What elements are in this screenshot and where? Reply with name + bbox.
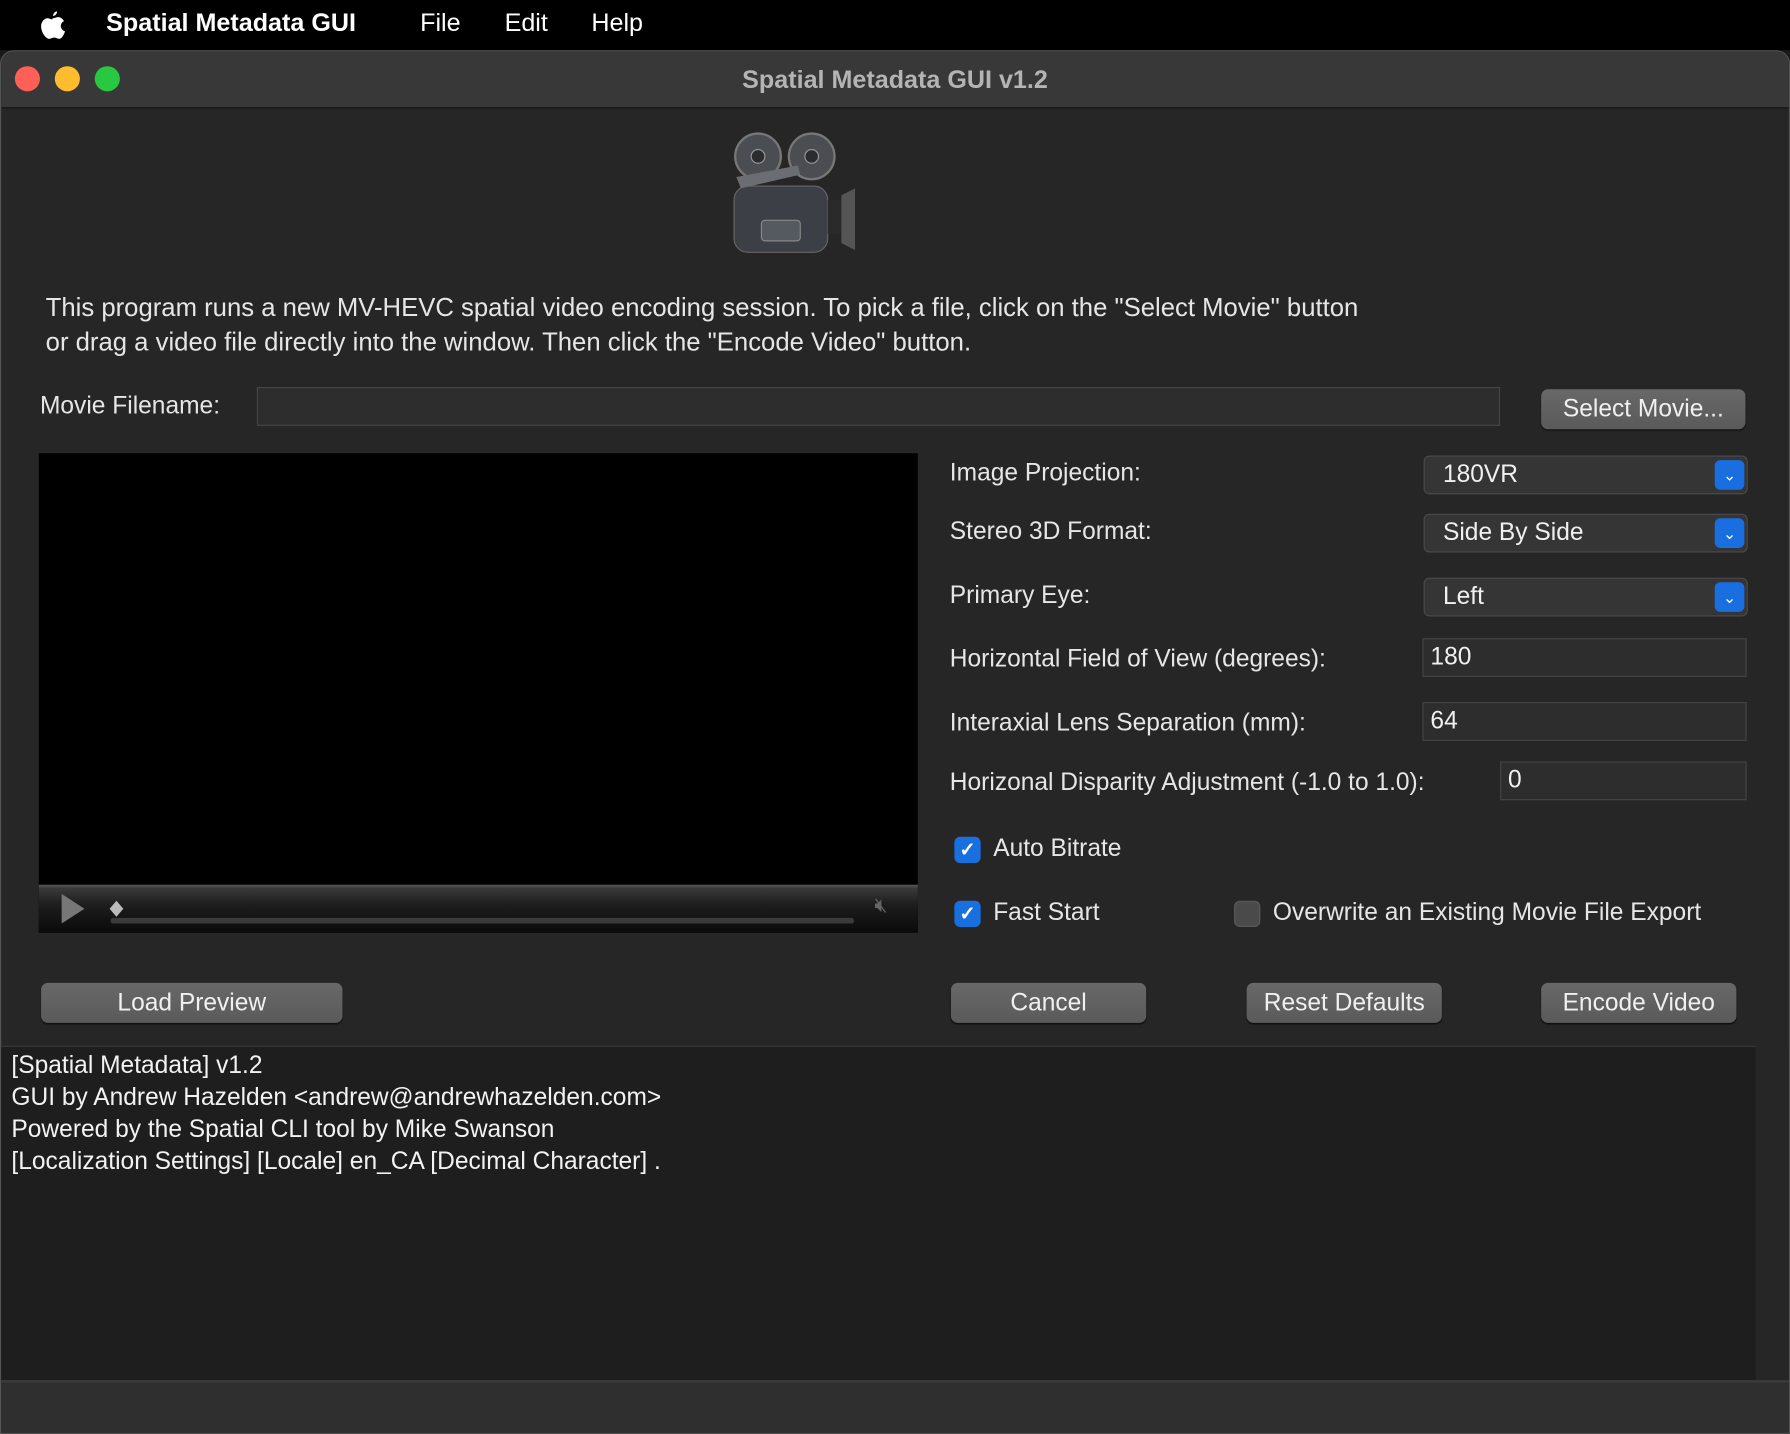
movie-filename-input[interactable]: [256, 387, 1501, 426]
apple-icon[interactable]: [39, 9, 66, 41]
video-controls: 🔇︎: [38, 884, 918, 933]
stereo-format-label: Stereo 3D Format:: [949, 517, 1152, 545]
hfov-input[interactable]: 180: [1422, 638, 1747, 677]
fast-start-label: Fast Start: [993, 898, 1100, 926]
chevron-down-icon: ⌄: [1714, 460, 1745, 490]
scrubber-handle[interactable]: [108, 900, 124, 918]
log-scrollbar[interactable]: [1755, 1045, 1789, 1381]
overwrite-checkbox[interactable]: [1234, 900, 1261, 927]
stereo-format-value: Side By Side: [1442, 518, 1584, 546]
movie-camera-icon: [733, 132, 856, 253]
interaxial-input[interactable]: 64: [1422, 702, 1747, 741]
menu-file[interactable]: File: [420, 8, 460, 38]
log-output[interactable]: [Spatial Metadata] v1.2 GUI by Andrew Ha…: [1, 1045, 1756, 1381]
primary-eye-value: Left: [1442, 582, 1484, 610]
main-window: Spatial Metadata GUI v1.2 This program r…: [0, 50, 1790, 1434]
primary-eye-label: Primary Eye:: [949, 581, 1091, 609]
menu-bar: Spatial Metadata GUI File Edit Help: [0, 0, 1790, 51]
primary-eye-dropdown[interactable]: Left ⌄: [1423, 577, 1748, 617]
app-menu[interactable]: Spatial Metadata GUI: [106, 8, 356, 38]
description-line-1: This program runs a new MV-HEVC spatial …: [45, 293, 1359, 322]
description-line-2: or drag a video file directly into the w…: [45, 327, 972, 357]
image-projection-label: Image Projection:: [949, 458, 1141, 487]
log-line: [Spatial Metadata] v1.2: [11, 1051, 263, 1079]
title-bar[interactable]: Spatial Metadata GUI v1.2: [1, 51, 1789, 109]
fast-start-checkbox[interactable]: ✓: [954, 900, 981, 927]
encode-video-button[interactable]: Encode Video: [1541, 982, 1737, 1023]
log-line: Powered by the Spatial CLI tool by Mike …: [11, 1115, 555, 1143]
menu-edit[interactable]: Edit: [505, 8, 548, 38]
hfov-label: Horizontal Field of View (degrees):: [949, 645, 1326, 673]
stereo-format-dropdown[interactable]: Side By Side ⌄: [1423, 513, 1748, 553]
movie-filename-label: Movie Filename:: [39, 391, 221, 419]
chevron-down-icon: ⌄: [1714, 582, 1745, 612]
chevron-down-icon: ⌄: [1714, 518, 1745, 548]
overwrite-label: Overwrite an Existing Movie File Export: [1272, 898, 1702, 926]
log-line: [Localization Settings] [Locale] en_CA […: [11, 1147, 661, 1175]
image-projection-dropdown[interactable]: 180VR ⌄: [1423, 455, 1748, 495]
status-bar: [1, 1380, 1789, 1433]
log-line: GUI by Andrew Hazelden <andrew@andrewhaz…: [11, 1083, 662, 1111]
window-title: Spatial Metadata GUI v1.2: [742, 65, 1048, 94]
auto-bitrate-checkbox[interactable]: ✓: [954, 836, 981, 864]
reset-defaults-button[interactable]: Reset Defaults: [1246, 982, 1442, 1023]
select-movie-button[interactable]: Select Movie...: [1541, 389, 1746, 430]
auto-bitrate-label: Auto Bitrate: [993, 834, 1122, 862]
mute-icon[interactable]: 🔇︎: [874, 894, 887, 918]
play-icon[interactable]: [59, 892, 86, 926]
interaxial-label: Interaxial Lens Separation (mm):: [949, 708, 1306, 737]
disparity-label: Horizonal Disparity Adjustment (-1.0 to …: [949, 768, 1425, 796]
load-preview-button[interactable]: Load Preview: [41, 982, 343, 1023]
video-preview[interactable]: 🔇︎: [38, 453, 918, 933]
cancel-button[interactable]: Cancel: [950, 982, 1147, 1023]
menu-help[interactable]: Help: [591, 8, 643, 38]
timeline-track[interactable]: [110, 917, 854, 924]
image-projection-value: 180VR: [1442, 460, 1519, 488]
disparity-input[interactable]: 0: [1500, 761, 1747, 801]
